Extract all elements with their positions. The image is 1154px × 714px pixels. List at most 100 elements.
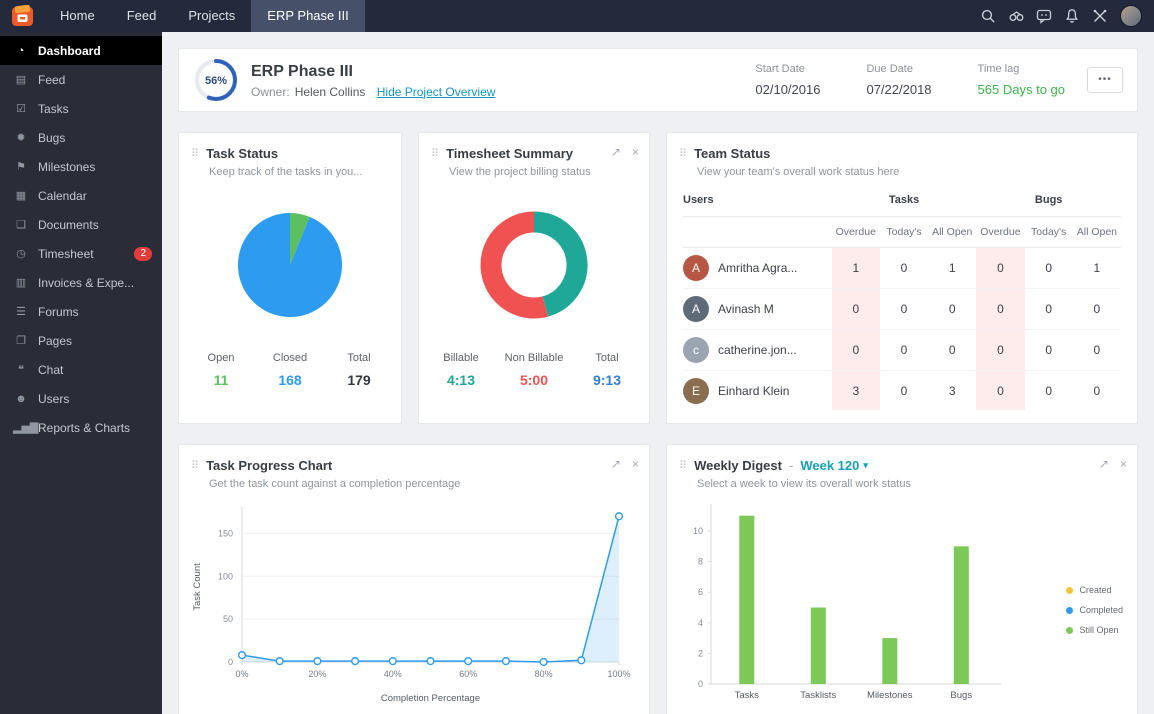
task-status-pie-chart [237,213,342,317]
subheader-today-s: Today's [1024,216,1073,248]
sidebar-item-milestones[interactable]: ⚑ Milestones [0,152,162,181]
tools-icon[interactable] [1086,0,1114,32]
sidebar-item-reports-charts[interactable]: ▂▅▇ Reports & Charts [0,413,162,442]
user-link[interactable]: c catherine.jon... [683,337,832,363]
bar-bugs[interactable] [953,546,969,684]
drag-handle-icon[interactable]: ⠿ [191,459,199,472]
hide-overview-link[interactable]: Hide Project Overview [377,85,496,99]
drag-handle-icon[interactable]: ⠿ [679,147,687,160]
count-cell: 1 [928,247,977,289]
sidebar-item-timesheet[interactable]: ◷ Timesheet 2 [0,239,162,268]
feedback-icon[interactable] [1030,0,1058,32]
card-title: Weekly Digest [694,458,782,473]
column-header-users: Users [683,182,832,217]
project-dates: Start Date 02/10/2016 Due Date 07/22/201… [755,63,1065,97]
user-avatar: E [683,378,709,404]
caret-down-icon: ▾ [863,460,868,470]
sidebar-item-invoices-expe[interactable]: ▥ Invoices & Expe... [0,268,162,297]
expand-icon[interactable]: ↗ [611,457,621,471]
sidebar-item-bugs[interactable]: ✹ Bugs [0,123,162,152]
notifications-icon[interactable] [1058,0,1086,32]
drag-handle-icon[interactable]: ⠿ [191,147,199,160]
user-link[interactable]: E Einhard Klein [683,378,832,404]
data-point[interactable] [464,657,473,666]
close-icon[interactable]: × [632,457,639,471]
user-avatar[interactable] [1120,5,1142,27]
legend-label: Non Billable [504,352,564,364]
expand-icon[interactable]: ↗ [1099,457,1109,471]
close-icon[interactable]: × [632,145,639,159]
user-name: catherine.jon... [718,343,797,357]
sidebar-item-dashboard[interactable]: ◔ Dashboard [0,36,162,65]
project-header: 56% ERP Phase III Owner: Helen Collins Hi… [178,48,1138,112]
card-team-status: ⠿ Team Status View your team's overall w… [666,132,1138,424]
data-point[interactable] [275,657,284,666]
card-task-status: ⠿ Task Status Keep track of the tasks in… [178,132,402,424]
time-lag-label: Time lag [977,63,1020,75]
explore-icon[interactable] [1002,0,1030,32]
expand-icon[interactable]: ↗ [611,145,621,159]
sidebar-item-tasks[interactable]: ☑ Tasks [0,94,162,123]
week-selector[interactable]: Week 120 ▾ [800,458,868,473]
sidebar-item-label: Tasks [38,101,69,116]
search-icon[interactable] [974,0,1002,32]
week-selector-value: Week 120 [800,458,860,473]
user-link[interactable]: A Avinash M [683,296,832,322]
reports-icon: ▂▅▇ [13,422,39,434]
sidebar-item-users[interactable]: ☻ Users [0,384,162,413]
bar-tasklists[interactable] [810,607,826,685]
sidebar-item-pages[interactable]: ❐ Pages [0,326,162,355]
sidebar-item-chat[interactable]: ❝ Chat [0,355,162,384]
sidebar-item-feed[interactable]: ▤ Feed [0,65,162,94]
data-point[interactable] [388,657,397,666]
team-status-table: Users Tasks Bugs Overdue Today's All Open Over… [683,182,1121,410]
drag-handle-icon[interactable]: ⠿ [679,459,687,472]
nav-projects[interactable]: Projects [172,0,251,32]
count-cell: 0 [1024,370,1073,410]
svg-text:0%: 0% [235,669,248,679]
team-row-einhard-klein: E Einhard Klein 3 0 3 0 0 0 [683,370,1121,410]
bar-milestones[interactable] [882,638,898,684]
data-point[interactable] [614,512,624,521]
sidebar-item-label: Feed [38,72,66,87]
weekly-digest-legend: Created Completed Still Open [1066,585,1123,645]
nav-home[interactable]: Home [44,0,111,32]
sidebar-item-label: Forums [38,304,79,319]
nav-erp-phase-iii[interactable]: ERP Phase III [251,0,365,32]
sidebar-item-calendar[interactable]: ▦ Calendar [0,181,162,210]
legend-dot [1066,606,1074,614]
svg-text:Tasks: Tasks [735,690,760,701]
sidebar-item-label: Bugs [38,130,66,145]
sidebar-item-documents[interactable]: ❏ Documents [0,210,162,239]
drag-handle-icon[interactable]: ⠿ [431,147,439,160]
timesheet-donut-chart [480,211,588,319]
more-options-button[interactable]: ••• [1087,67,1123,93]
app-logo[interactable] [10,4,36,28]
sidebar-item-forums[interactable]: ☰ Forums [0,297,162,326]
legend-label: Still Open [1079,625,1119,635]
team-row-avinash-m: A Avinash M000000 [683,288,1121,330]
bar-tasks[interactable] [739,515,755,684]
data-point[interactable] [539,657,548,667]
legend-dot [1066,626,1074,634]
sidebar-item-label: Documents [38,217,99,232]
close-icon[interactable]: × [1120,457,1127,471]
count-cell: 0 [879,370,929,410]
count-cell: 0 [976,247,1025,289]
user-link[interactable]: A Amritha Agra... [683,255,832,281]
svg-text:8: 8 [698,557,703,567]
due-date-value: 07/22/2018 [866,82,932,97]
sidebar-item-label: Reports & Charts [38,420,131,435]
data-point[interactable] [577,656,586,665]
data-point[interactable] [351,657,360,666]
svg-text:80%: 80% [535,669,553,679]
data-point[interactable] [313,657,322,666]
data-point[interactable] [501,657,511,666]
svg-text:4: 4 [698,618,703,628]
data-point[interactable] [426,657,435,666]
nav-feed[interactable]: Feed [111,0,173,32]
svg-text:10: 10 [693,526,703,536]
count-cell: 0 [1024,247,1073,289]
legend-label: Total [347,352,371,364]
data-point[interactable] [237,651,247,660]
